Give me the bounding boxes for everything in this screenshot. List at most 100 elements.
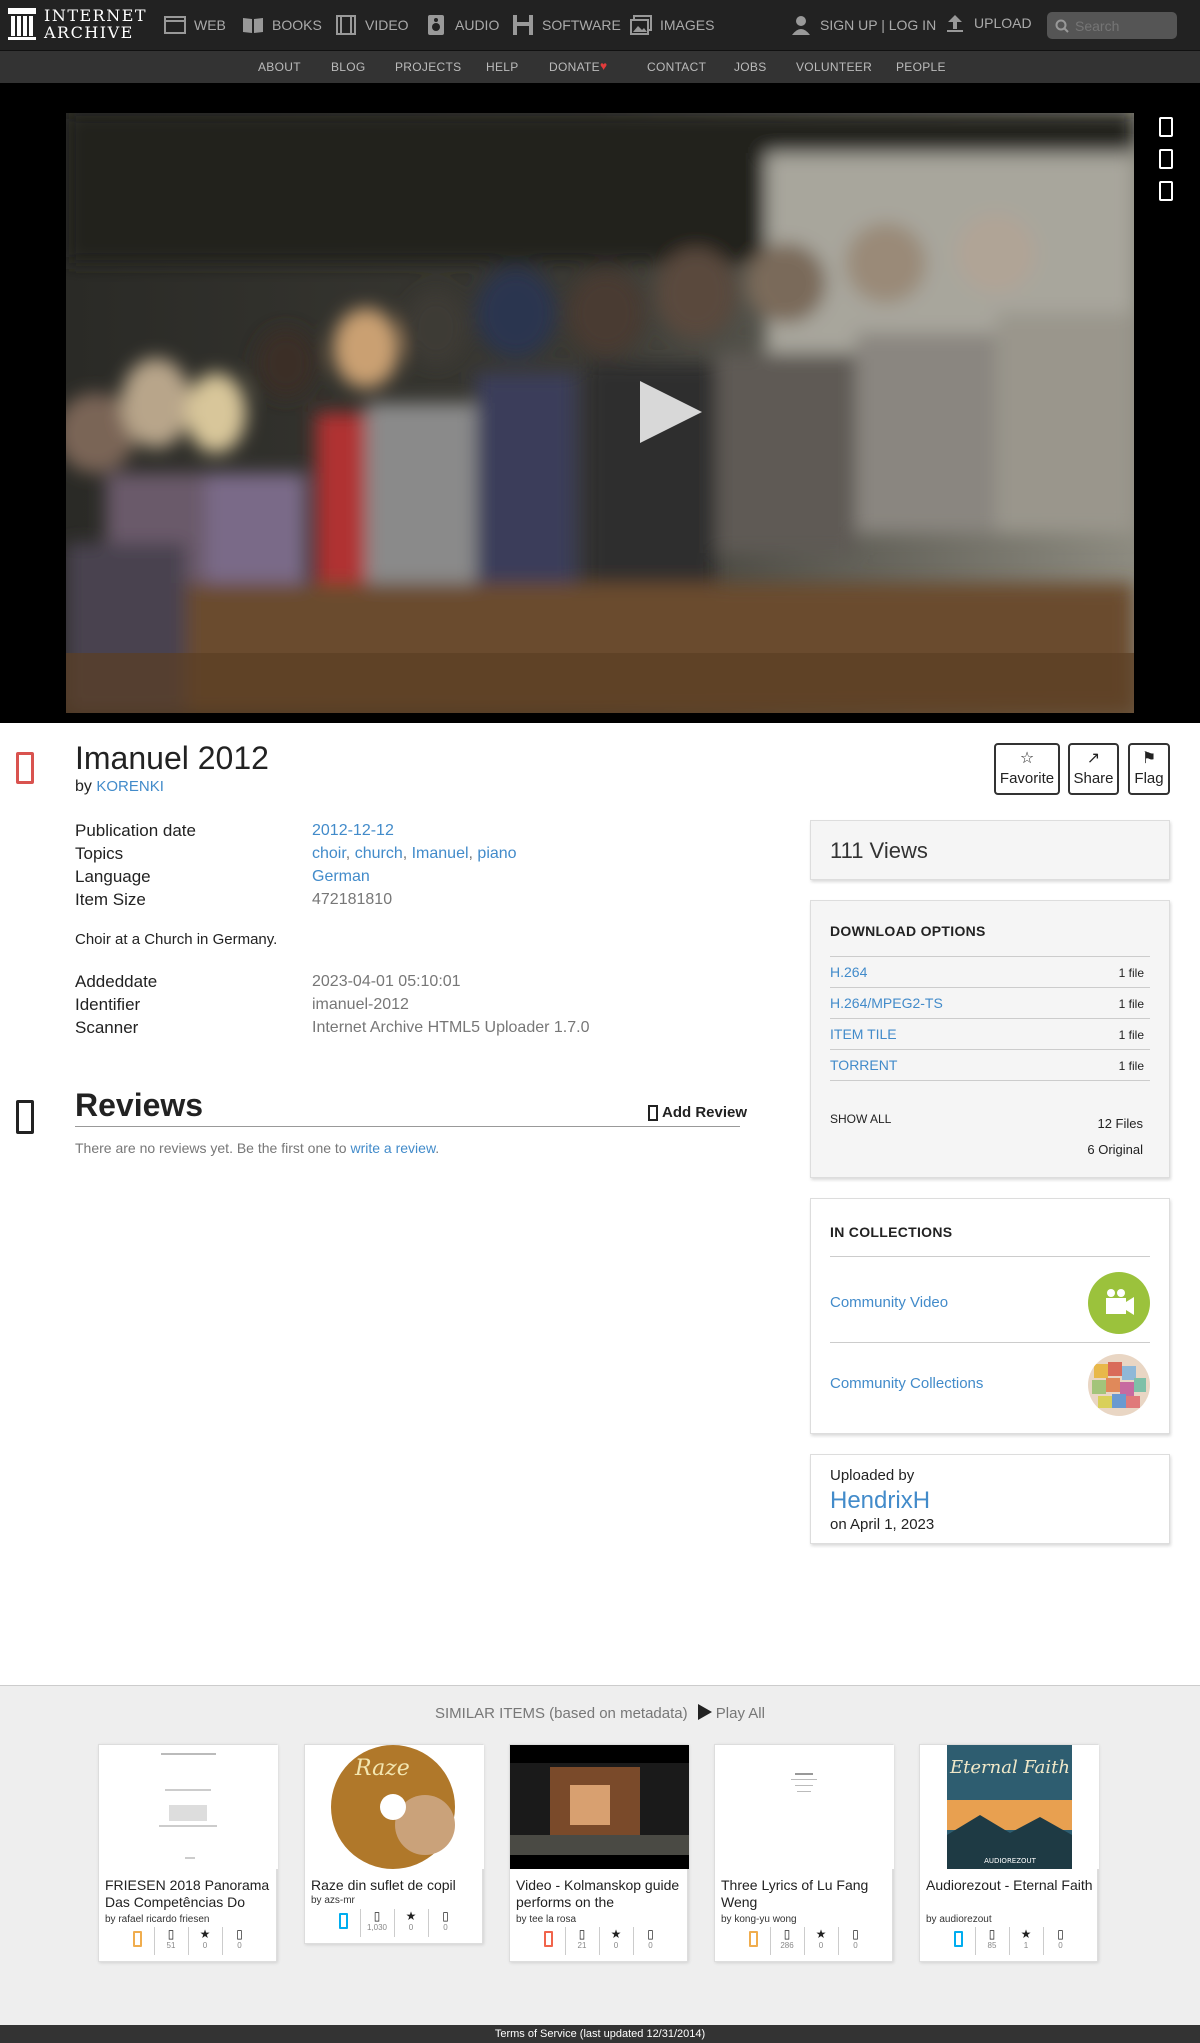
subnav-people[interactable]: PEOPLE	[896, 60, 946, 74]
favorites-icon: ★	[610, 1927, 622, 1941]
nav-books-label: BOOKS	[272, 17, 322, 33]
publication-date-link[interactable]: 2012-12-12	[312, 822, 394, 839]
collection-link-community-collections[interactable]: Community Collections	[830, 1375, 983, 1392]
similar-items-section: SIMILAR ITEMS (based on metadata) Play A…	[0, 1685, 1200, 2025]
topic-link-piano[interactable]: piano	[477, 845, 516, 862]
reviews-count: 0	[443, 1923, 448, 1932]
reviews-icon: ▯	[236, 1927, 243, 1941]
favorites-count: 1	[1023, 1941, 1029, 1950]
similar-items-heading: SIMILAR ITEMS (based on metadata)	[435, 1705, 688, 1722]
download-row[interactable]: TORRENT 1 file	[830, 1049, 1150, 1079]
nav-video[interactable]: VIDEO	[335, 0, 409, 50]
play-all-link[interactable]: Play All	[716, 1705, 765, 1722]
download-format-link[interactable]: H.264/MPEG2-TS	[830, 995, 943, 1011]
download-format-link[interactable]: H.264	[830, 964, 867, 980]
nav-web[interactable]: WEB	[164, 0, 226, 50]
share-button[interactable]: ↗ Share	[1068, 743, 1119, 795]
pencil-icon	[648, 1104, 658, 1121]
subnav-about[interactable]: ABOUT	[258, 60, 301, 74]
similar-item-tile[interactable]: FRIESEN 2018 Panorama Das Competências D…	[98, 1744, 278, 1962]
files-count[interactable]: 12 Files	[1097, 1116, 1143, 1131]
share-icon: ↗	[1086, 750, 1101, 767]
audio-type-icon	[338, 1913, 348, 1929]
video-theatre	[0, 83, 1200, 723]
similar-item-tile[interactable]: Raze Raze din suflet de copil by azs-mr …	[304, 1744, 484, 1944]
meta-key-language: Language	[75, 867, 151, 886]
signin-label: SIGN UP | LOG IN	[820, 17, 937, 33]
favorites-icon: ★	[405, 1909, 417, 1923]
subnav-projects[interactable]: PROJECTS	[395, 60, 461, 74]
nav-software[interactable]: SOFTWARE	[512, 0, 621, 50]
camera-icon	[1106, 1289, 1134, 1315]
nav-images[interactable]: IMAGES	[630, 0, 714, 50]
download-format-link[interactable]: TORRENT	[830, 1057, 897, 1073]
internet-archive-logo[interactable]: INTERNET ARCHIVE	[8, 7, 147, 41]
community-video-thumbnail[interactable]	[1088, 1272, 1150, 1334]
theatre-side-icon-1[interactable]	[1159, 117, 1173, 137]
download-row[interactable]: H.264 1 file	[830, 956, 1150, 986]
show-all-link[interactable]: SHOW ALL	[830, 1112, 891, 1126]
user-icon	[790, 15, 812, 35]
write-review-link[interactable]: write a review	[350, 1140, 435, 1156]
collection-link-community-video[interactable]: Community Video	[830, 1294, 948, 1311]
upload-link[interactable]: UPLOAD	[944, 0, 1032, 48]
web-icon	[164, 15, 186, 35]
theatre-side-icon-2[interactable]	[1159, 149, 1173, 169]
play-button-icon[interactable]	[640, 381, 702, 443]
views-count: 111 Views	[830, 838, 928, 863]
topic-link-church[interactable]: church	[355, 845, 403, 862]
similar-item-tile[interactable]: Three Lyrics of Lu Fang Weng by kong-yu …	[714, 1744, 894, 1962]
nav-books[interactable]: BOOKS	[242, 0, 322, 50]
favorites-icon: ★	[815, 1927, 827, 1941]
similar-item-stats: ▯ 286 ★ 0 ▯ 0	[715, 1921, 894, 1961]
no-reviews-prefix: There are no reviews yet. Be the first o…	[75, 1140, 351, 1156]
nav-audio[interactable]: AUDIO	[425, 0, 499, 50]
download-format-link[interactable]: ITEM TILE	[830, 1026, 897, 1042]
download-count: 1 file	[1118, 997, 1144, 1011]
download-count: 1 file	[1118, 1059, 1144, 1073]
search-box[interactable]	[1047, 12, 1177, 39]
topic-link-imanuel[interactable]: Imanuel	[412, 845, 469, 862]
subnav-blog[interactable]: BLOG	[331, 60, 366, 74]
uploader-link[interactable]: HendrixH	[830, 1487, 930, 1515]
uploaded-by-label: Uploaded by	[830, 1467, 915, 1484]
similar-item-tile[interactable]: Eternal Faith AUDIOREZOUT Audiorezout - E…	[919, 1744, 1099, 1962]
by-prefix: by	[75, 778, 92, 795]
video-type-icon	[543, 1931, 553, 1947]
topic-link-choir[interactable]: choir	[312, 845, 346, 862]
terms-of-service-link[interactable]: Terms of Service (last updated 12/31/201…	[0, 2025, 1200, 2043]
sub-nav: ABOUT BLOG PROJECTS HELP DONATE ♥ CONTAC…	[0, 50, 1200, 83]
reviews-heading: Reviews	[75, 1087, 204, 1123]
creator-link[interactable]: KORENKI	[96, 778, 164, 795]
add-review-button[interactable]: Add Review	[648, 1104, 747, 1121]
reviews-icon: ▯	[442, 1909, 449, 1923]
signin-link[interactable]: SIGN UP | LOG IN	[790, 0, 936, 50]
favorites-count: 0	[818, 1941, 824, 1950]
play-all-icon	[697, 1704, 712, 1720]
meta-key-publication-date: Publication date	[75, 821, 196, 840]
reviews-icon: ▯	[852, 1927, 859, 1941]
subnav-help[interactable]: HELP	[486, 60, 519, 74]
video-player[interactable]	[66, 113, 1134, 713]
logo-line-2: ARCHIVE	[44, 23, 134, 42]
reviews-count: 0	[648, 1941, 653, 1950]
subnav-contact[interactable]: CONTACT	[647, 60, 706, 74]
download-row[interactable]: H.264/MPEG2-TS 1 file	[830, 987, 1150, 1017]
subnav-jobs[interactable]: JOBS	[734, 60, 767, 74]
views-count: 85	[987, 1941, 997, 1950]
subnav-donate[interactable]: DONATE	[549, 60, 600, 74]
download-row[interactable]: ITEM TILE 1 file	[830, 1018, 1150, 1048]
favorites-count: 0	[202, 1941, 208, 1950]
search-input[interactable]	[1075, 17, 1165, 34]
original-count[interactable]: 6 Original	[1087, 1142, 1143, 1157]
community-collections-thumbnail[interactable]	[1088, 1354, 1150, 1416]
subnav-volunteer[interactable]: VOLUNTEER	[796, 60, 872, 74]
views-count: 21	[577, 1941, 587, 1950]
language-link[interactable]: German	[312, 868, 370, 885]
reviews-count: 0	[1058, 1941, 1063, 1950]
theatre-side-icon-3[interactable]	[1159, 181, 1173, 201]
similar-item-tile[interactable]: Video - Kolmanskop guide performs on the…	[509, 1744, 689, 1962]
flag-button[interactable]: ⚑ Flag	[1128, 743, 1170, 795]
favorite-button[interactable]: ☆ Favorite	[994, 743, 1060, 795]
addeddate-value: 2023-04-01 05:10:01	[312, 973, 461, 990]
